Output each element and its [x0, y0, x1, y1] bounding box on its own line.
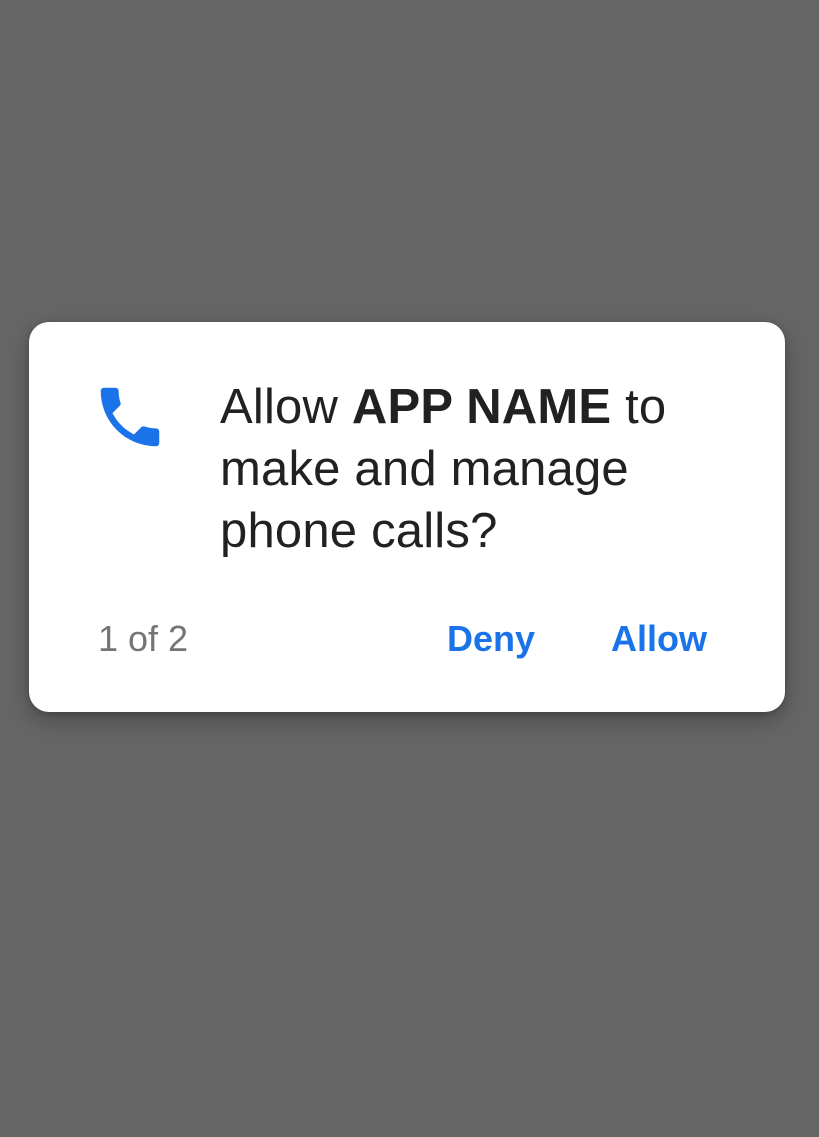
deny-button[interactable]: Deny: [439, 610, 543, 668]
permission-message: Allow APP NAME to make and manage phone …: [220, 376, 740, 562]
dialog-footer: 1 of 2 Deny Allow: [29, 610, 785, 668]
message-prefix: Allow: [220, 380, 339, 434]
app-name: APP NAME: [351, 380, 612, 434]
permission-counter: 1 of 2: [98, 618, 189, 659]
permission-dialog: Allow APP NAME to make and manage phone …: [29, 322, 785, 712]
allow-button[interactable]: Allow: [603, 610, 715, 668]
phone-icon: [91, 378, 169, 456]
